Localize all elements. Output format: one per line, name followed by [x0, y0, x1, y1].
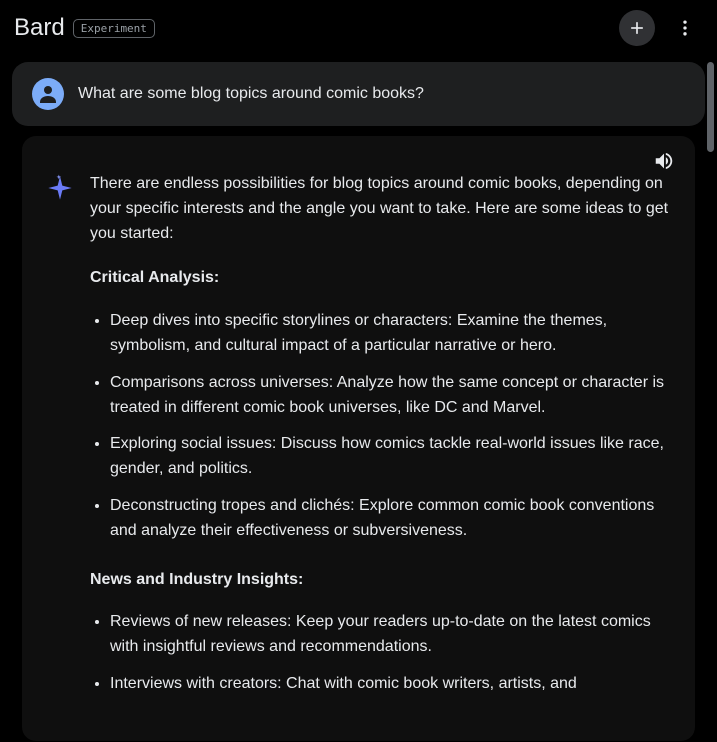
brand-name: Bard — [14, 14, 65, 42]
more-vert-icon — [675, 18, 695, 38]
section-list: Deep dives into specific storylines or c… — [90, 309, 671, 543]
header-right — [619, 10, 703, 46]
section-heading: News and Industry Insights: — [90, 568, 671, 593]
person-icon — [36, 82, 60, 106]
more-menu-button[interactable] — [667, 10, 703, 46]
chat-area: What are some blog topics around comic b… — [0, 56, 717, 742]
scrollbar-thumb[interactable] — [707, 62, 714, 152]
response-content: There are endless possibilities for blog… — [90, 172, 671, 721]
list-item: Deconstructing tropes and clichés: Explo… — [110, 494, 671, 544]
list-item: Comparisons across universes: Analyze ho… — [110, 371, 671, 421]
app-header: Bard Experiment — [0, 0, 717, 56]
response-body: There are endless possibilities for blog… — [46, 172, 671, 721]
section-heading: Critical Analysis: — [90, 266, 671, 291]
list-item: Interviews with creators: Chat with comi… — [110, 672, 671, 697]
user-message-text: What are some blog topics around comic b… — [78, 85, 424, 103]
plus-icon — [627, 18, 647, 38]
header-left: Bard Experiment — [14, 14, 155, 42]
experiment-badge: Experiment — [73, 19, 155, 38]
section-list: Reviews of new releases: Keep your reade… — [90, 610, 671, 696]
response-card: There are endless possibilities for blog… — [22, 136, 695, 741]
read-aloud-button[interactable] — [653, 150, 675, 177]
new-chat-button[interactable] — [619, 10, 655, 46]
user-message: What are some blog topics around comic b… — [12, 62, 705, 126]
list-item: Exploring social issues: Discuss how com… — [110, 432, 671, 482]
response-intro: There are endless possibilities for blog… — [90, 172, 671, 246]
list-item: Deep dives into specific storylines or c… — [110, 309, 671, 359]
bard-spark-icon — [46, 174, 74, 202]
list-item: Reviews of new releases: Keep your reade… — [110, 610, 671, 660]
user-avatar — [32, 78, 64, 110]
volume-icon — [653, 150, 675, 172]
